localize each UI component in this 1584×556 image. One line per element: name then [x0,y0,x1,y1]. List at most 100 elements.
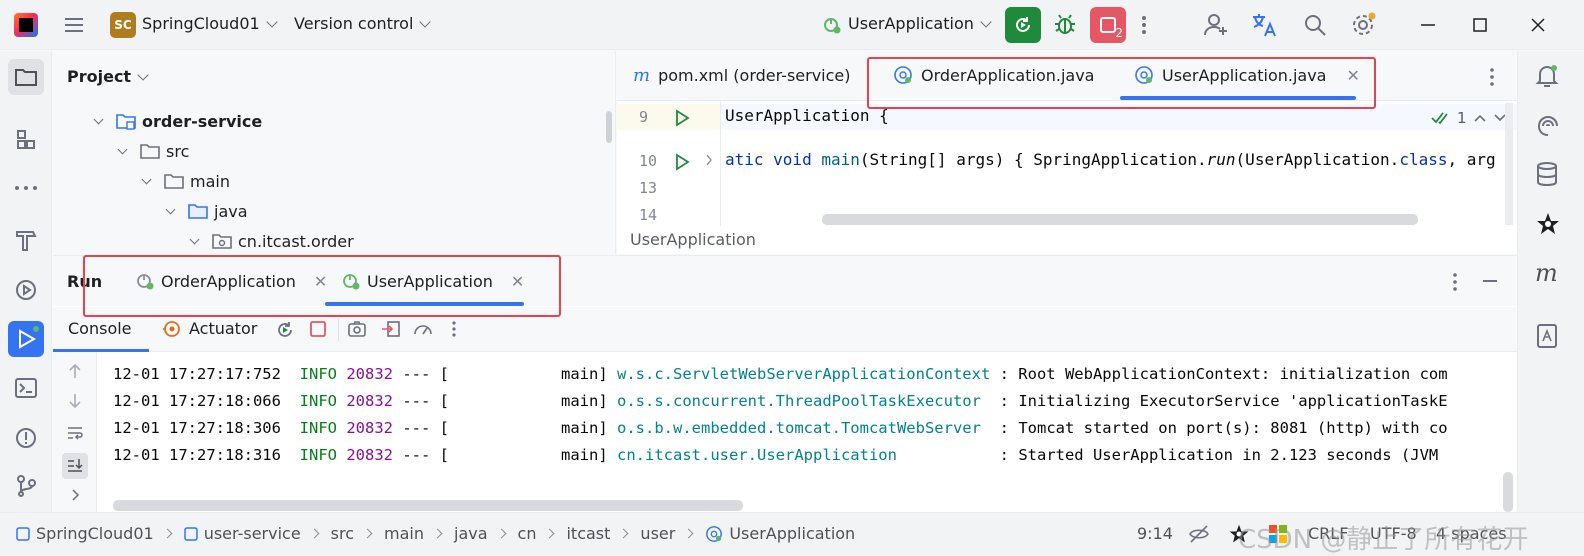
stop-icon[interactable] [309,320,327,338]
log-line: 12-01 17:27:18:066 INFO 20832 --- [ main… [113,392,1448,418]
editor-vertical-scrollbar[interactable] [1505,103,1513,225]
tab-label: UserApplication.java [1162,65,1327,85]
ai-assistant-icon[interactable] [1535,113,1561,139]
console-output[interactable]: 12-01 17:27:17:752 INFO 20832 --- [ main… [113,352,1517,513]
plugin-star-icon[interactable] [1535,211,1561,237]
tree-item-cn-itcast-order[interactable]: cn.itcast.order [189,226,354,256]
scroll-down-arrow-icon[interactable] [66,392,84,410]
crumb-project[interactable]: SpringCloud01 [36,524,154,543]
crumb-class[interactable]: UserApplication [729,524,855,543]
project-panel-title[interactable]: Project [67,67,149,86]
chevron-down-icon [266,16,278,28]
more-options-icon[interactable] [451,320,457,338]
right-tool-window-bar: m [1517,51,1584,512]
crumb-main[interactable]: main [384,524,424,543]
run-tool-window: Run OrderApplication ✕ UserApplication ✕… [53,255,1517,513]
tab-actuator[interactable]: Actuator [163,319,257,338]
documentation-icon[interactable] [1535,323,1559,349]
run-tab-order-application[interactable]: OrderApplication ✕ [135,271,327,291]
module-folder-icon [116,114,136,130]
cursor-position[interactable]: 9:14 [1137,524,1173,543]
console-horizontal-scrollbar[interactable] [113,500,743,511]
rerun-button[interactable] [1005,7,1041,43]
version-control-menu[interactable]: Version control [294,14,432,33]
soft-wrap-icon[interactable] [66,424,84,442]
run-more-options-icon[interactable] [1452,272,1458,292]
expand-chevron-icon[interactable] [66,486,84,504]
tab-user-application[interactable]: UserApplication.java ✕ [1134,65,1360,85]
rerun-icon[interactable] [275,320,295,340]
project-tool-button[interactable] [8,59,44,95]
close-tab-icon[interactable]: ✕ [511,272,524,291]
tab-console[interactable]: Console [68,319,132,338]
tree-item-java[interactable]: java [165,196,248,226]
database-icon[interactable] [1535,161,1559,187]
build-hammer-icon[interactable] [13,227,39,253]
maven-tool-icon[interactable]: m [1535,259,1558,287]
fold-chevron-icon[interactable] [705,153,713,167]
project-badge[interactable]: SC [110,12,136,38]
problems-icon[interactable] [13,425,39,451]
crumb-src[interactable]: src [331,524,354,543]
editor-horizontal-scrollbar[interactable] [822,214,1418,225]
crumb-cn[interactable]: cn [518,524,537,543]
terminal-icon[interactable] [13,375,39,401]
spring-boot-class-icon [706,525,723,542]
crumb-java[interactable]: java [454,524,488,543]
run-tool-button[interactable] [8,321,44,357]
more-tools-icon[interactable] [13,175,39,201]
maximize-window-icon[interactable] [1470,15,1490,35]
git-branch-icon[interactable] [13,473,39,499]
stop-button[interactable]: 2 [1090,7,1126,43]
chevron-right-icon [618,528,629,539]
translate-icon[interactable] [1251,12,1279,38]
scroll-to-end-icon[interactable] [62,453,88,479]
main-menu-icon[interactable] [62,13,86,37]
debug-button[interactable] [1052,11,1078,37]
tree-item-order-service[interactable]: order-service [93,106,263,136]
editor-breadcrumb[interactable]: UserApplication [630,230,756,249]
settings-gear-icon[interactable] [1350,12,1376,38]
chevron-right-icon [545,528,555,539]
tab-pom-xml[interactable]: m pom.xml (order-service) [633,65,851,86]
intellij-logo-icon[interactable] [14,13,38,37]
structure-tool-button[interactable] [13,127,39,153]
folder-icon [140,144,160,159]
run-tab-user-application[interactable]: UserApplication ✕ [341,271,524,291]
crumb-user[interactable]: user [640,524,675,543]
minimize-panel-icon[interactable] [1483,280,1497,282]
crumb-itcast[interactable]: itcast [566,524,610,543]
search-icon[interactable] [1302,12,1328,38]
crumb-module[interactable]: user-service [204,524,301,543]
inspection-widget[interactable]: 1 [1431,109,1507,127]
minimize-window-icon[interactable] [1418,15,1438,35]
close-window-icon[interactable] [1528,15,1548,35]
camera-icon[interactable] [347,320,367,338]
close-tab-icon[interactable]: ✕ [314,272,327,291]
services-icon[interactable] [13,277,39,303]
console-vertical-scrollbar[interactable] [1503,472,1513,512]
gutter-line-10: 10 [617,148,717,174]
gutter-run-icon[interactable] [673,153,691,171]
more-tabs-icon[interactable] [1489,67,1495,87]
profiler-gauge-icon[interactable] [413,320,433,338]
import-icon[interactable] [381,320,401,338]
more-actions-icon[interactable] [1141,14,1147,36]
gutter-run-icon[interactable] [673,109,691,127]
notifications-bell-icon[interactable] [1535,63,1559,89]
tree-item-label: main [190,171,230,191]
project-selector[interactable]: SpringCloud01 [142,14,278,33]
project-scrollbar[interactable] [606,111,612,143]
tree-item-label: order-service [142,111,263,131]
add-user-icon[interactable] [1203,12,1229,38]
code-vision-off-icon[interactable] [1188,523,1210,545]
run-configuration-selector[interactable]: UserApplication [848,14,992,33]
tree-item-src[interactable]: src [117,136,189,166]
tree-item-main[interactable]: main [141,166,230,196]
close-tab-icon[interactable]: ✕ [1346,66,1359,85]
line-number: 14 [639,206,658,224]
scroll-up-arrow-icon[interactable] [66,362,84,380]
tab-order-application[interactable]: OrderApplication.java [893,65,1094,85]
gutter-line-9: 9 [617,104,717,130]
code-area[interactable]: UserApplication { atic void main(String[… [720,101,1510,226]
